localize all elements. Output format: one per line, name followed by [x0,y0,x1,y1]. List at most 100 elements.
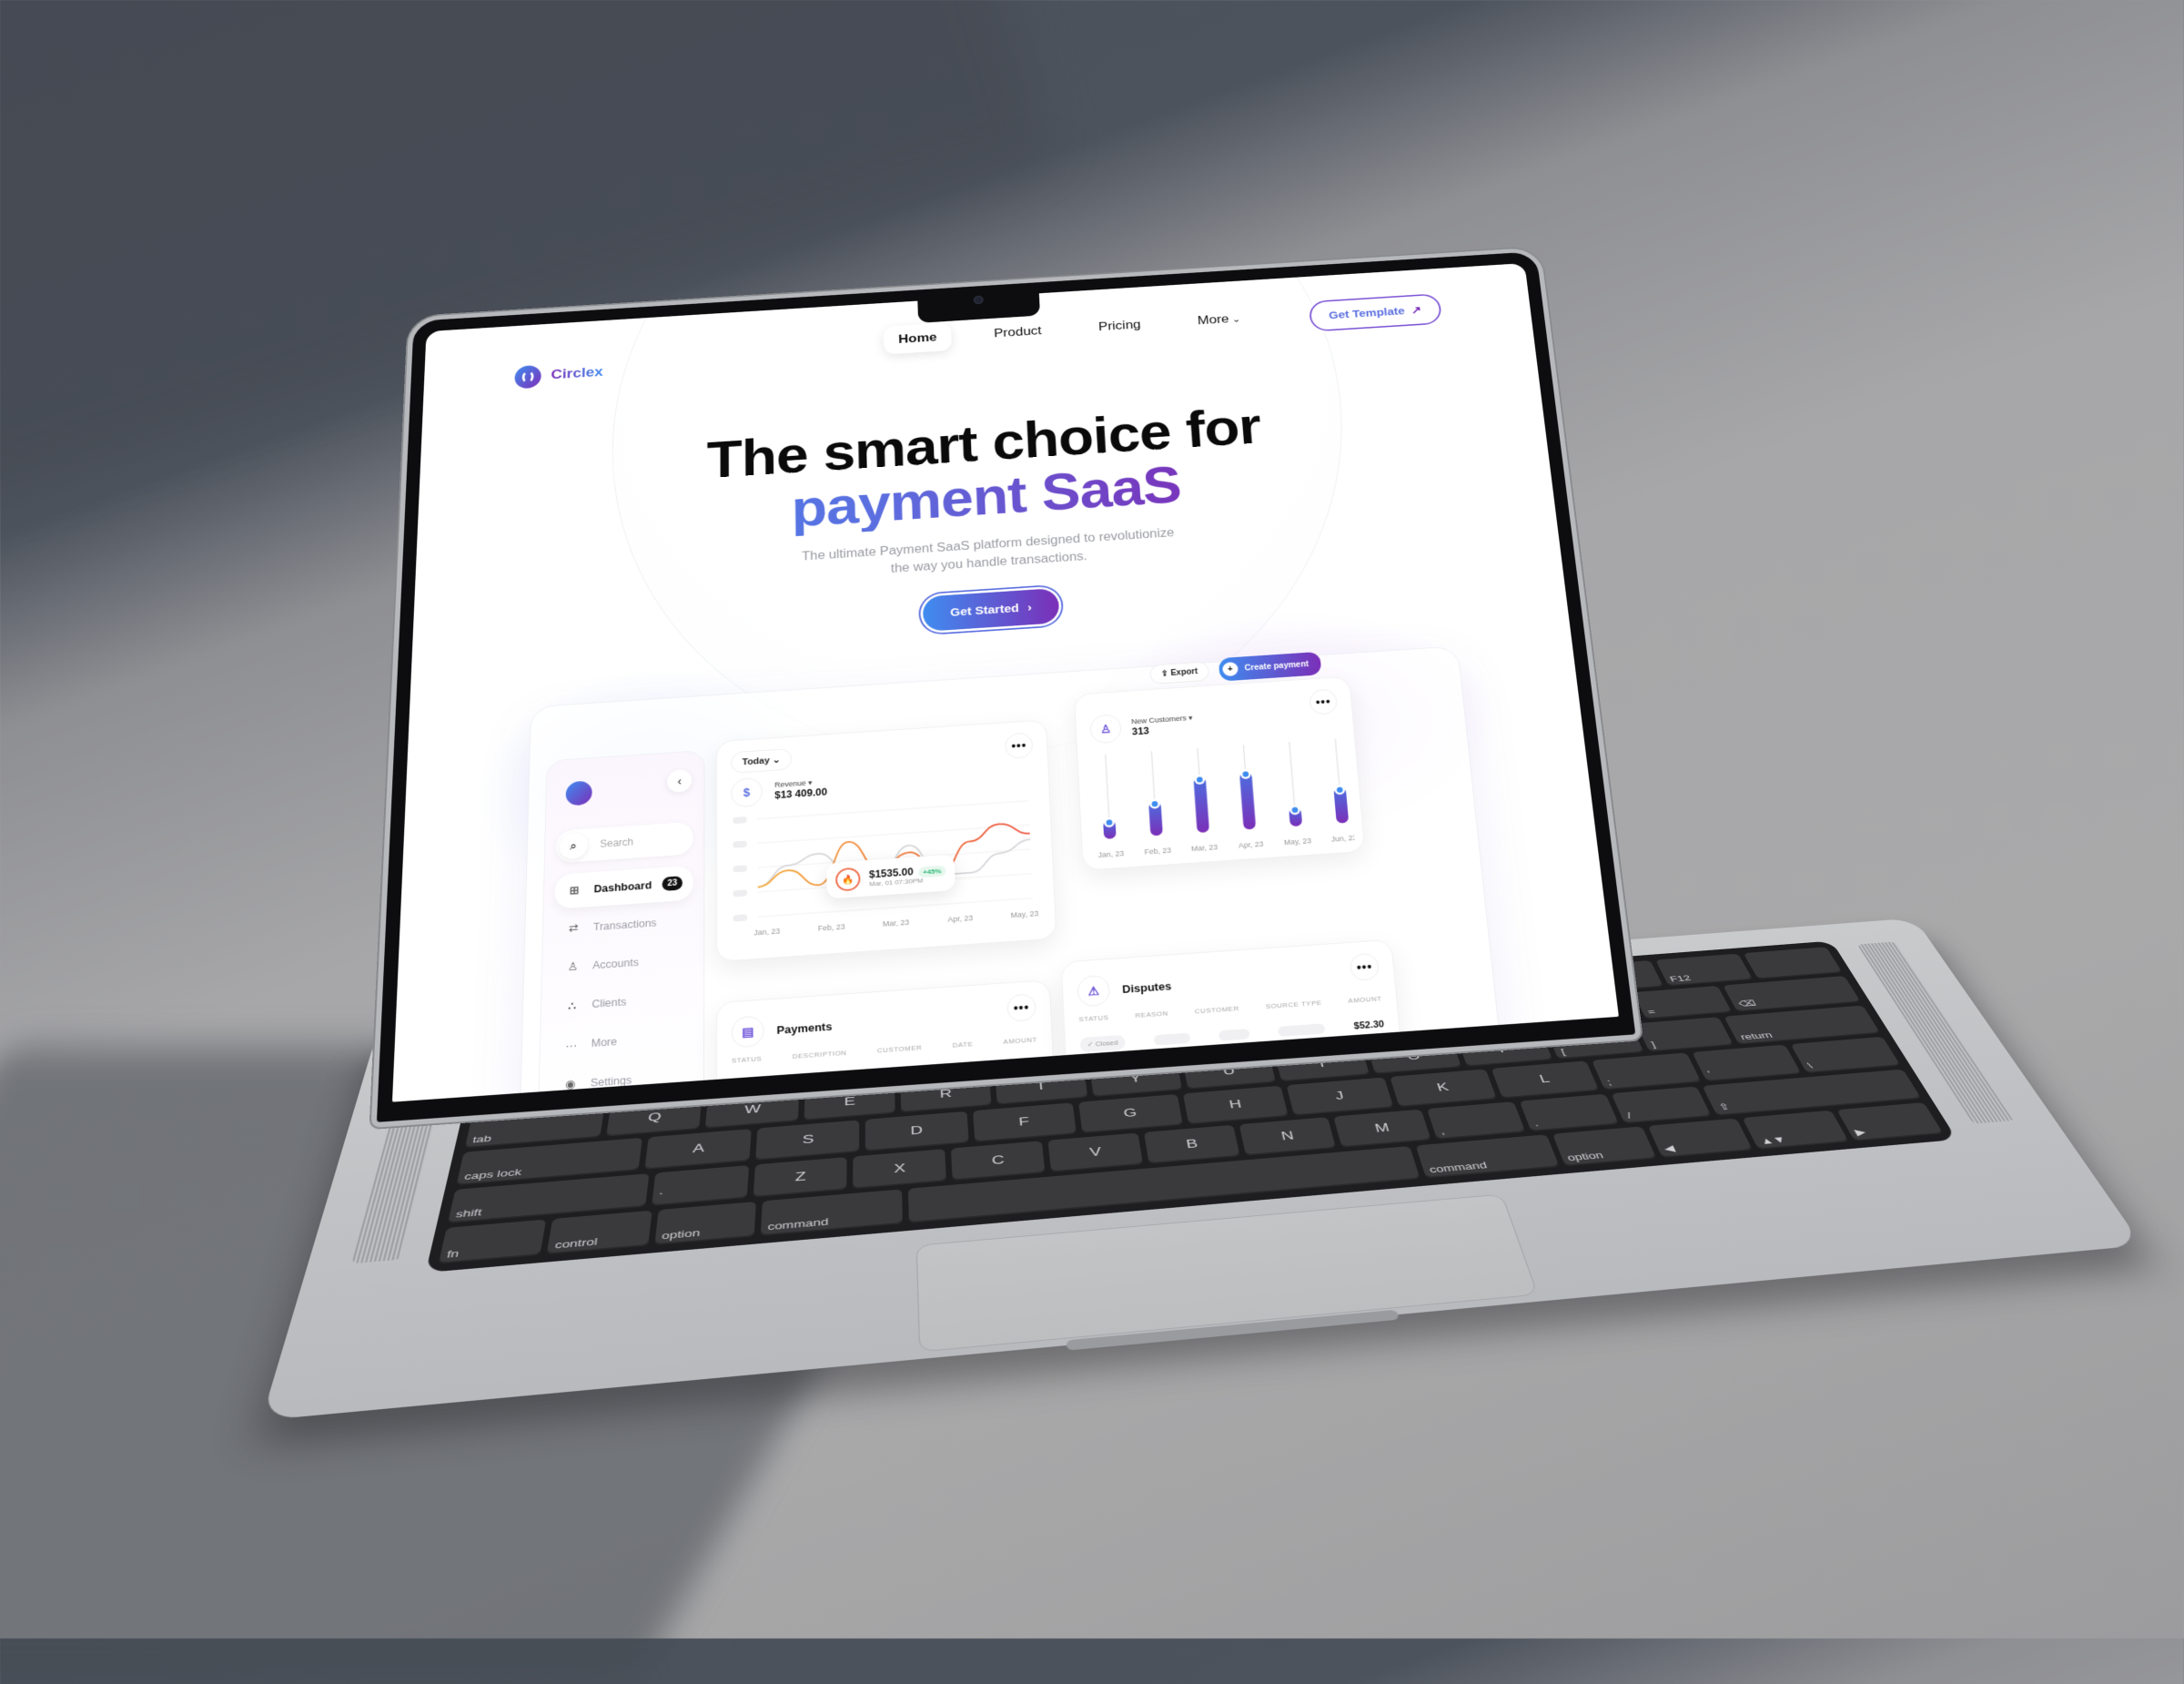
keyboard-key[interactable]: N [1239,1116,1337,1156]
keyboard-key[interactable]: / [1611,1086,1712,1124]
column-header[interactable]: DESCRIPTION [793,1049,847,1060]
get-started-label: Get Started [950,601,1020,619]
more-options-button[interactable]: ••• [1006,993,1036,1023]
dollar-icon: $ [731,776,763,808]
keyboard-key[interactable]: F12 [1654,953,1754,987]
keyboard-key[interactable]: C [951,1140,1046,1182]
sidebar-item-accounts[interactable]: ♙ Accounts [552,941,693,986]
more-options-button[interactable]: ••• [1308,688,1339,715]
keyboard-key[interactable]: D [865,1111,969,1151]
x-tick-label: Jan, 23 [753,927,780,938]
nav-product[interactable]: Product [978,316,1057,349]
sidebar-item-label: Clients [592,996,627,1010]
tooltip-change-badge: +45% [918,865,946,878]
keyboard-key[interactable]: ▲▼ [1742,1111,1849,1150]
nav-more[interactable]: More ⌄ [1182,303,1256,335]
more-options-button[interactable]: ••• [1349,952,1380,982]
column-header[interactable]: STATUS [732,1055,762,1065]
brand-logo[interactable]: Circlex [514,361,603,390]
keyboard-key[interactable]: V [1047,1132,1144,1172]
bar-guide-line [1106,754,1109,819]
chevron-down-icon: ⌄ [772,755,781,766]
keyboard-key[interactable]: \ [1790,1036,1901,1073]
circlex-logo-icon [514,364,541,390]
more-options-button[interactable]: ••• [1005,732,1034,760]
keyboard-key[interactable]: ` [651,1164,749,1207]
y-tick-placeholder [733,914,748,922]
y-tick-placeholder [733,865,747,873]
keyboard-key[interactable]: H [1183,1085,1289,1125]
bar [1193,776,1210,834]
status-badge: ✓ Closed [1079,1034,1126,1053]
x-tick-label: Apr, 23 [947,913,974,924]
nav-pricing[interactable]: Pricing [1083,309,1156,341]
x-tick-label: May, 23 [1283,836,1311,847]
keyboard-key[interactable]: B [1144,1124,1240,1164]
keyboard-key[interactable]: ] [1635,1017,1734,1052]
keyboard-key[interactable]: option [1552,1126,1657,1167]
user-icon: ♙ [1089,714,1123,745]
keyboard-key[interactable]: ' [1691,1044,1802,1081]
keyboard-key[interactable]: command [1415,1134,1560,1179]
browser-viewport: Circlex Home Product Pricing More ⌄ Get T… [391,263,1619,1102]
payments-title: Payments [776,1020,833,1037]
y-tick-placeholder [733,816,747,825]
chevron-right-icon: › [1026,600,1032,614]
keyboard-key[interactable]: command [760,1189,903,1236]
column-header[interactable]: AMOUNT [1003,1036,1037,1046]
keyboard-key[interactable] [1743,947,1843,979]
bar-guide-line [1151,751,1154,801]
placeholder-pill [1153,1032,1191,1046]
sidebar-item-transactions[interactable]: ⇄ Transactions [553,903,693,948]
collapse-sidebar-button[interactable]: ‹ [667,768,693,794]
sidebar-item-label: Transactions [592,917,657,933]
camera-icon [973,295,984,305]
keyboard-key[interactable]: , [1427,1101,1526,1141]
column-header[interactable]: AMOUNT [1348,995,1382,1005]
get-template-button[interactable]: Get Template ↗ [1308,293,1443,332]
nav-home[interactable]: Home [883,322,953,355]
customers-bar-chart: Jan, 23 Feb, 23 Mar, 23 Apr, 23 May, 23 Jun, … [1097,734,1355,859]
column-header[interactable]: DATE [952,1040,973,1050]
fire-icon: 🔥 [834,867,861,892]
column-header[interactable]: STATUS [1078,1013,1108,1023]
x-tick-label: Mar, 23 [883,918,910,928]
keyboard-key[interactable]: L [1491,1060,1600,1099]
keyboard-key[interactable]: fn [438,1219,547,1264]
column-header[interactable]: SOURCE TYPE [1265,999,1321,1010]
keyboard-key[interactable]: = [1633,985,1733,1020]
revenue-header: $ Revenue ▾ $13 409.00 [731,773,827,808]
keyboard-key[interactable]: J [1287,1077,1393,1116]
sidebar-item-clients[interactable]: ⛬ Clients [551,979,693,1025]
column-header[interactable]: REASON [1135,1009,1168,1020]
keyboard-key[interactable]: . [1519,1093,1620,1132]
export-button[interactable]: ⇪ Export [1149,661,1210,685]
keyboard-key[interactable]: ▶ [1836,1102,1944,1141]
keyboard-key[interactable]: A [644,1129,752,1170]
dashboard-sidebar: ‹ ⌕ Search ⊞ Dashboard 23 ⇄ Transactions [537,749,705,1102]
sidebar-item-more[interactable]: ··· More [551,1019,693,1064]
sidebar-search[interactable]: ⌕ Search [555,821,693,864]
keyboard-key[interactable]: ; [1592,1052,1701,1091]
keyboard-key[interactable]: F [972,1102,1077,1142]
placeholder-pill [1218,1028,1250,1041]
keyboard-key[interactable]: M [1333,1109,1432,1148]
new-customers-card: ••• ♙ New Customers ▾ 313 Jan, 23 Feb, 23… [1073,675,1366,871]
keyboard-key[interactable]: option [654,1202,757,1245]
period-dropdown[interactable]: Today ⌄ [731,747,793,774]
laptop-lid: Circlex Home Product Pricing More ⌄ Get T… [370,247,1642,1129]
revenue-card: Today ⌄ ••• $ Revenue ▾ $13 409.00 Jan, … [715,719,1057,962]
keyboard-key[interactable]: X [853,1148,947,1190]
keyboard-key[interactable]: S [755,1120,860,1161]
keyboard-key[interactable]: K [1389,1069,1497,1107]
keyboard-key[interactable]: ◀ [1647,1118,1754,1159]
sidebar-item-dashboard[interactable]: ⊞ Dashboard 23 [554,865,693,909]
keyboard-key[interactable]: G [1077,1093,1183,1133]
credit-card-icon: ▤ [731,1015,764,1049]
plus-icon: + [1221,661,1239,677]
keyboard-key[interactable]: control [547,1210,652,1255]
column-header[interactable]: CUSTOMER [1195,1005,1239,1016]
keyboard-key[interactable]: Z [753,1156,848,1198]
column-header[interactable]: CUSTOMER [877,1043,923,1054]
x-tick-label: Jun, 23 [1330,833,1355,844]
